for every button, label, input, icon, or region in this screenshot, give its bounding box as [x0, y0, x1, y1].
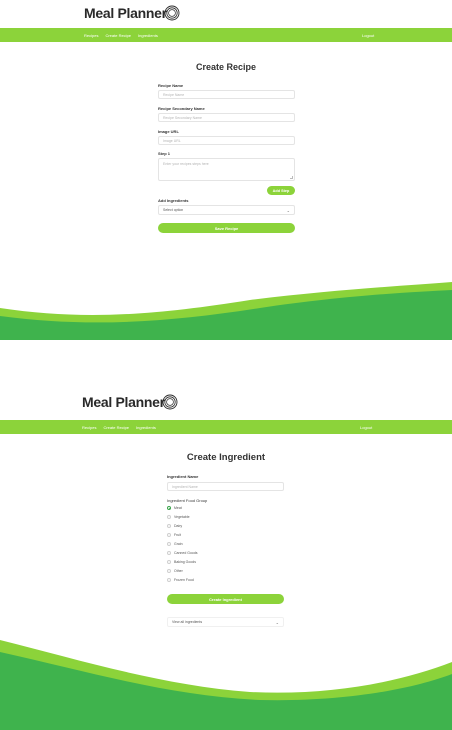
radio-label: Dairy [174, 524, 183, 528]
view-all-ingredients-select[interactable]: View all ingredients ⌄ [167, 617, 284, 627]
radio-grain[interactable]: Grain [167, 542, 183, 546]
save-recipe-button[interactable]: Save Recipe [158, 223, 295, 233]
radio-other[interactable]: Other [167, 569, 183, 573]
swirl-icon [162, 394, 178, 410]
radio-unchecked-icon [167, 551, 171, 555]
step-textarea[interactable] [158, 158, 295, 181]
swirl-icon [164, 5, 180, 21]
screen-gap [0, 340, 452, 392]
top-navbar: Recipes Create Recipe Ingredients Logout [0, 28, 452, 42]
radio-label: Grain [174, 542, 183, 546]
radio-label: Frozen Food [174, 578, 194, 582]
decorative-wave [0, 640, 452, 730]
nav-recipes[interactable]: Recipes [84, 33, 98, 38]
radio-unchecked-icon [167, 533, 171, 537]
ingredient-name-label: Ingredient Name [167, 474, 199, 479]
radio-vegetable[interactable]: Vegetable [167, 515, 190, 519]
create-ingredient-screen: Meal Planner Recipes Create Recipe Ingre… [0, 392, 452, 730]
radio-unchecked-icon [167, 578, 171, 582]
radio-unchecked-icon [167, 560, 171, 564]
nav-ingredients[interactable]: Ingredients [138, 33, 158, 38]
nav-create-recipe[interactable]: Create Recipe [105, 33, 131, 38]
radio-checked-icon [167, 506, 171, 510]
ingredients-select[interactable]: Select option ⌄ [158, 205, 295, 215]
resize-handle[interactable] [290, 176, 293, 179]
radio-fruit[interactable]: Fruit [167, 533, 181, 537]
brand-name: Meal Planner [84, 5, 167, 21]
page-title: Create Ingredient [186, 452, 266, 463]
recipe-secondary-name-label: Recipe Secondary Name [158, 106, 205, 111]
image-url-input[interactable] [158, 136, 295, 145]
recipe-name-label: Recipe Name [158, 83, 184, 88]
ingredient-name-input[interactable] [167, 482, 284, 491]
radio-label: Canned Goods [174, 551, 198, 555]
nav-recipes[interactable]: Recipes [82, 425, 96, 430]
page-title: Create Recipe [195, 62, 257, 72]
food-group-label: Ingredient Food Group [167, 498, 208, 503]
nav-logout[interactable]: Logout [362, 33, 374, 38]
create-recipe-screen: Meal Planner Recipes Create Recipe Ingre… [0, 0, 452, 340]
brand-name: Meal Planner [82, 394, 165, 410]
radio-label: Baking Goods [174, 560, 196, 564]
radio-unchecked-icon [167, 515, 171, 519]
radio-label: Fruit [174, 533, 181, 537]
radio-baking-goods[interactable]: Baking Goods [167, 560, 196, 564]
add-ingredients-label: Add Ingredients [158, 198, 189, 203]
radio-label: Other [174, 569, 183, 573]
radio-unchecked-icon [167, 569, 171, 573]
radio-meat[interactable]: Meat [167, 506, 182, 510]
radio-unchecked-icon [167, 524, 171, 528]
create-ingredient-button[interactable]: Create Ingredient [167, 594, 284, 604]
radio-dairy[interactable]: Dairy [167, 524, 182, 528]
image-url-label: Image URL [158, 129, 179, 134]
ingredients-select-value: Select option [163, 208, 184, 212]
chevron-down-icon: ⌄ [275, 619, 279, 625]
radio-canned-goods[interactable]: Canned Goods [167, 551, 198, 555]
decorative-wave [0, 282, 452, 340]
recipe-secondary-name-input[interactable] [158, 113, 295, 122]
nav-ingredients[interactable]: Ingredients [136, 425, 156, 430]
recipe-name-input[interactable] [158, 90, 295, 99]
radio-unchecked-icon [167, 542, 171, 546]
chevron-down-icon: ⌄ [286, 207, 290, 213]
add-step-button[interactable]: Add Step [267, 186, 295, 195]
step-label: Step 1 [158, 151, 171, 156]
brand-logo[interactable]: Meal Planner [82, 394, 178, 410]
view-all-ingredients-value: View all ingredients [172, 620, 203, 624]
radio-label: Vegetable [174, 515, 190, 519]
brand-logo[interactable]: Meal Planner [84, 5, 180, 21]
top-navbar: Recipes Create Recipe Ingredients Logout [0, 420, 452, 434]
radio-label: Meat [174, 506, 182, 510]
nav-logout[interactable]: Logout [360, 425, 372, 430]
radio-frozen-food[interactable]: Frozen Food [167, 578, 194, 582]
nav-create-recipe[interactable]: Create Recipe [103, 425, 129, 430]
